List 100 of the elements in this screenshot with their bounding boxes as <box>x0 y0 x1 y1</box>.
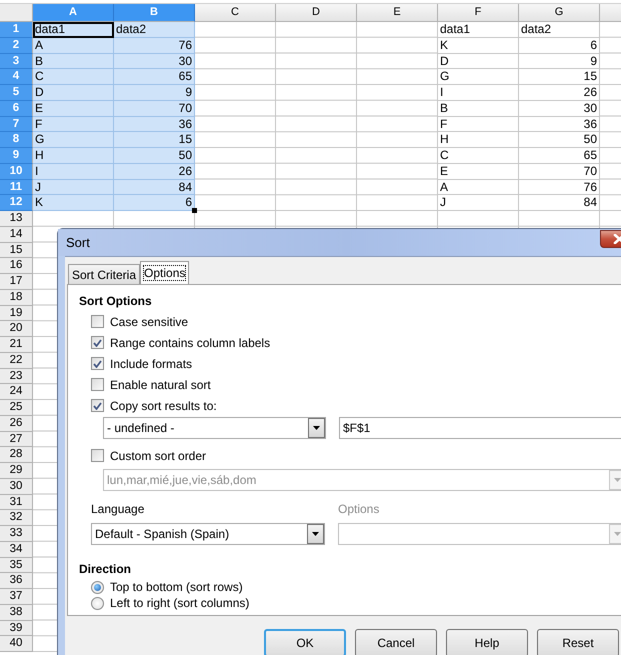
radio-button[interactable] <box>91 580 104 594</box>
checkbox[interactable] <box>91 357 104 370</box>
checkbox[interactable] <box>91 399 104 412</box>
column-header[interactable]: C <box>195 4 276 22</box>
table-cell: 15 <box>114 132 195 148</box>
table-cell: J <box>33 180 114 196</box>
table-cell: 36 <box>519 116 600 132</box>
row-header[interactable]: 18 <box>0 290 33 306</box>
caret-icon <box>614 532 621 536</box>
radio-label: Left to right (sort columns) <box>110 596 250 610</box>
table-cell: 50 <box>114 148 195 164</box>
dropdown[interactable] <box>338 523 621 545</box>
dialog-button[interactable]: Reset <box>537 629 619 655</box>
row-header[interactable]: 16 <box>0 258 33 274</box>
table-cell: 30 <box>519 100 600 116</box>
table-cell: 70 <box>114 100 195 116</box>
table-cell: I <box>33 164 114 180</box>
dialog-button[interactable]: OK <box>264 629 346 655</box>
dialog-button[interactable]: Cancel <box>355 629 437 655</box>
table-cell: 9 <box>519 54 600 70</box>
checkbox-label: Case sensitive <box>110 314 188 328</box>
row-header[interactable]: 33 <box>0 526 33 542</box>
checkbox-label: Custom sort order <box>110 448 206 462</box>
caret-icon <box>313 426 320 430</box>
tab[interactable]: Sort Criteria <box>68 264 140 284</box>
row-header[interactable]: 24 <box>0 384 33 400</box>
table-cell: 30 <box>114 54 195 70</box>
radio-label: Top to bottom (sort rows) <box>110 580 243 594</box>
column-header[interactable]: F <box>438 4 519 22</box>
table-cell: B <box>438 100 519 116</box>
checkbox-label: Enable natural sort <box>110 378 211 392</box>
table-cell: B <box>33 54 114 70</box>
checkbox-label: Range contains column labels <box>110 336 270 350</box>
table-cell: data2 <box>114 22 195 38</box>
table-cell: K <box>33 195 114 211</box>
row-header[interactable]: 17 <box>0 274 33 290</box>
row-header[interactable]: 19 <box>0 306 33 322</box>
checkbox-label: Copy sort results to: <box>110 398 217 412</box>
row-header[interactable]: 14 <box>0 226 33 242</box>
column-header[interactable]: E <box>357 4 438 22</box>
dropdown[interactable]: Default - Spanish (Spain) <box>91 523 325 545</box>
row-header[interactable]: 34 <box>0 542 33 558</box>
row-header[interactable]: 13 <box>0 211 33 227</box>
row-header[interactable]: 32 <box>0 510 33 526</box>
tab[interactable]: Options <box>140 261 190 284</box>
section-heading: Sort Options <box>79 294 153 310</box>
table-cell: C <box>33 69 114 85</box>
caret-icon <box>312 532 319 536</box>
table-cell: A <box>33 38 114 54</box>
row-header[interactable]: 37 <box>0 589 33 605</box>
field-label: Options <box>338 502 380 518</box>
checkbox[interactable] <box>91 315 104 328</box>
checkbox[interactable] <box>91 449 104 462</box>
row-header[interactable]: 35 <box>0 558 33 574</box>
table-cell: A <box>438 180 519 196</box>
row-header[interactable]: 40 <box>0 636 33 652</box>
row-header[interactable]: 15 <box>0 242 33 258</box>
row-header[interactable]: 36 <box>0 573 33 589</box>
dropdown[interactable]: - undefined - <box>103 417 326 439</box>
table-cell: 65 <box>114 69 195 85</box>
table-cell: E <box>33 100 114 116</box>
window-title: Sort <box>66 235 90 250</box>
table-cell: C <box>438 148 519 164</box>
row-header[interactable]: 23 <box>0 368 33 384</box>
row-header[interactable]: 22 <box>0 352 33 368</box>
table-cell: D <box>438 54 519 70</box>
table-cell: 9 <box>114 85 195 101</box>
caret-icon <box>614 478 621 482</box>
input-field[interactable]: $F$1 <box>339 417 621 439</box>
checkbox[interactable] <box>91 336 104 349</box>
row-header[interactable]: 25 <box>0 400 33 416</box>
checkbox-label: Include formats <box>110 356 192 370</box>
table-cell: F <box>438 116 519 132</box>
row-header[interactable]: 27 <box>0 432 33 448</box>
dialog-button[interactable]: Help <box>446 629 528 655</box>
row-header[interactable]: 20 <box>0 321 33 337</box>
row-header[interactable]: 28 <box>0 447 33 463</box>
row-header[interactable]: 26 <box>0 416 33 432</box>
table-cell: 70 <box>519 164 600 180</box>
row-header[interactable]: 31 <box>0 494 33 510</box>
checkbox[interactable] <box>91 378 104 391</box>
table-cell: K <box>438 38 519 54</box>
column-header[interactable]: G <box>519 4 600 22</box>
table-cell: I <box>438 85 519 101</box>
radio-button[interactable] <box>91 596 104 610</box>
table-cell: 76 <box>519 180 600 196</box>
table-cell: F <box>33 116 114 132</box>
table-cell: G <box>33 132 114 148</box>
section-heading: Direction <box>79 562 132 578</box>
row-header[interactable]: 21 <box>0 337 33 353</box>
table-cell: data1 <box>438 22 519 38</box>
fill-handle[interactable] <box>192 208 197 213</box>
column-header[interactable]: D <box>276 4 357 22</box>
header-corner[interactable] <box>0 4 33 22</box>
row-header[interactable]: 38 <box>0 604 33 620</box>
row-header[interactable]: 29 <box>0 463 33 479</box>
table-cell: 26 <box>114 164 195 180</box>
table-cell: 65 <box>519 148 600 164</box>
row-header[interactable]: 39 <box>0 620 33 636</box>
row-header[interactable]: 30 <box>0 478 33 494</box>
